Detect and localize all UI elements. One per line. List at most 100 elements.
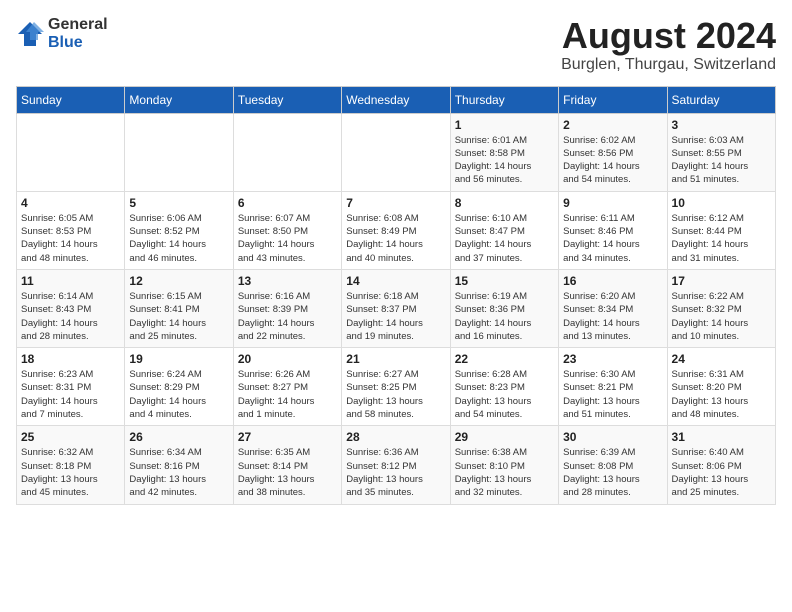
day-number: 15 bbox=[455, 274, 554, 288]
day-info: Sunrise: 6:26 AM Sunset: 8:27 PM Dayligh… bbox=[238, 368, 337, 421]
calendar-cell: 31 Sunrise: 6:40 AM Sunset: 8:06 PM Dayli… bbox=[667, 426, 775, 504]
day-number: 30 bbox=[563, 430, 662, 444]
calendar-cell: 29Sunrise: 6:38 AM Sunset: 8:10 PM Dayli… bbox=[450, 426, 558, 504]
day-info: Sunrise: 6:40 AM Sunset: 8:06 PM Dayligh… bbox=[672, 446, 771, 499]
day-info: Sunrise: 6:23 AM Sunset: 8:31 PM Dayligh… bbox=[21, 368, 120, 421]
day-info: Sunrise: 6:38 AM Sunset: 8:10 PM Dayligh… bbox=[455, 446, 554, 499]
month-year: August 2024 bbox=[561, 16, 776, 56]
day-number: 21 bbox=[346, 352, 445, 366]
week-row-1: 1 Sunrise: 6:01 AM Sunset: 8:58 PM Daylig… bbox=[17, 113, 776, 191]
calendar-cell: 22Sunrise: 6:28 AM Sunset: 8:23 PM Dayli… bbox=[450, 348, 558, 426]
week-row-3: 11 Sunrise: 6:14 AM Sunset: 8:43 PM Dayli… bbox=[17, 269, 776, 347]
day-number: 11 bbox=[21, 274, 120, 288]
day-number: 24 bbox=[672, 352, 771, 366]
day-info: Sunrise: 6:03 AM Sunset: 8:55 PM Dayligh… bbox=[672, 134, 771, 187]
weekday-header-monday: Monday bbox=[125, 86, 233, 113]
logo-text: General Blue bbox=[48, 16, 108, 51]
weekday-header-row: SundayMondayTuesdayWednesdayThursdayFrid… bbox=[17, 86, 776, 113]
day-info: Sunrise: 6:35 AM Sunset: 8:14 PM Dayligh… bbox=[238, 446, 337, 499]
calendar-cell: 14 Sunrise: 6:18 AM Sunset: 8:37 PM Dayli… bbox=[342, 269, 450, 347]
day-number: 16 bbox=[563, 274, 662, 288]
header: General Blue August 2024 Burglen, Thurga… bbox=[16, 16, 776, 74]
day-number: 10 bbox=[672, 196, 771, 210]
day-number: 19 bbox=[129, 352, 228, 366]
calendar-cell: 27Sunrise: 6:35 AM Sunset: 8:14 PM Dayli… bbox=[233, 426, 341, 504]
calendar-cell: 11 Sunrise: 6:14 AM Sunset: 8:43 PM Dayli… bbox=[17, 269, 125, 347]
day-number: 31 bbox=[672, 430, 771, 444]
day-number: 23 bbox=[563, 352, 662, 366]
day-number: 5 bbox=[129, 196, 228, 210]
day-number: 2 bbox=[563, 118, 662, 132]
calendar-cell bbox=[233, 113, 341, 191]
calendar-cell: 30 Sunrise: 6:39 AM Sunset: 8:08 PM Dayli… bbox=[559, 426, 667, 504]
title-area: August 2024 Burglen, Thurgau, Switzerlan… bbox=[561, 16, 776, 74]
calendar-cell: 3 Sunrise: 6:03 AM Sunset: 8:55 PM Daylig… bbox=[667, 113, 775, 191]
day-info: Sunrise: 6:01 AM Sunset: 8:58 PM Dayligh… bbox=[455, 134, 554, 187]
calendar-cell: 12Sunrise: 6:15 AM Sunset: 8:41 PM Dayli… bbox=[125, 269, 233, 347]
day-number: 3 bbox=[672, 118, 771, 132]
day-info: Sunrise: 6:34 AM Sunset: 8:16 PM Dayligh… bbox=[129, 446, 228, 499]
weekday-header-saturday: Saturday bbox=[667, 86, 775, 113]
day-info: Sunrise: 6:28 AM Sunset: 8:23 PM Dayligh… bbox=[455, 368, 554, 421]
day-info: Sunrise: 6:15 AM Sunset: 8:41 PM Dayligh… bbox=[129, 290, 228, 343]
day-number: 8 bbox=[455, 196, 554, 210]
day-info: Sunrise: 6:31 AM Sunset: 8:20 PM Dayligh… bbox=[672, 368, 771, 421]
calendar-cell: 6Sunrise: 6:07 AM Sunset: 8:50 PM Daylig… bbox=[233, 191, 341, 269]
day-info: Sunrise: 6:39 AM Sunset: 8:08 PM Dayligh… bbox=[563, 446, 662, 499]
day-info: Sunrise: 6:19 AM Sunset: 8:36 PM Dayligh… bbox=[455, 290, 554, 343]
calendar-cell: 9 Sunrise: 6:11 AM Sunset: 8:46 PM Daylig… bbox=[559, 191, 667, 269]
day-number: 1 bbox=[455, 118, 554, 132]
calendar-cell: 23 Sunrise: 6:30 AM Sunset: 8:21 PM Dayli… bbox=[559, 348, 667, 426]
day-number: 6 bbox=[238, 196, 337, 210]
calendar-table: SundayMondayTuesdayWednesdayThursdayFrid… bbox=[16, 86, 776, 505]
day-info: Sunrise: 6:08 AM Sunset: 8:49 PM Dayligh… bbox=[346, 212, 445, 265]
day-info: Sunrise: 6:12 AM Sunset: 8:44 PM Dayligh… bbox=[672, 212, 771, 265]
location: Burglen, Thurgau, Switzerland bbox=[561, 56, 776, 74]
day-number: 26 bbox=[129, 430, 228, 444]
day-number: 14 bbox=[346, 274, 445, 288]
day-info: Sunrise: 6:32 AM Sunset: 8:18 PM Dayligh… bbox=[21, 446, 120, 499]
calendar-cell: 4Sunrise: 6:05 AM Sunset: 8:53 PM Daylig… bbox=[17, 191, 125, 269]
weekday-header-tuesday: Tuesday bbox=[233, 86, 341, 113]
logo-icon bbox=[16, 20, 44, 48]
calendar-cell: 17 Sunrise: 6:22 AM Sunset: 8:32 PM Dayli… bbox=[667, 269, 775, 347]
day-number: 13 bbox=[238, 274, 337, 288]
logo: General Blue bbox=[16, 16, 108, 51]
day-info: Sunrise: 6:24 AM Sunset: 8:29 PM Dayligh… bbox=[129, 368, 228, 421]
calendar-cell: 18 Sunrise: 6:23 AM Sunset: 8:31 PM Dayli… bbox=[17, 348, 125, 426]
week-row-2: 4Sunrise: 6:05 AM Sunset: 8:53 PM Daylig… bbox=[17, 191, 776, 269]
calendar-cell: 1 Sunrise: 6:01 AM Sunset: 8:58 PM Daylig… bbox=[450, 113, 558, 191]
day-number: 4 bbox=[21, 196, 120, 210]
weekday-header-thursday: Thursday bbox=[450, 86, 558, 113]
calendar-cell bbox=[342, 113, 450, 191]
day-info: Sunrise: 6:10 AM Sunset: 8:47 PM Dayligh… bbox=[455, 212, 554, 265]
calendar-cell: 25Sunrise: 6:32 AM Sunset: 8:18 PM Dayli… bbox=[17, 426, 125, 504]
day-info: Sunrise: 6:22 AM Sunset: 8:32 PM Dayligh… bbox=[672, 290, 771, 343]
calendar-cell: 10 Sunrise: 6:12 AM Sunset: 8:44 PM Dayli… bbox=[667, 191, 775, 269]
day-info: Sunrise: 6:36 AM Sunset: 8:12 PM Dayligh… bbox=[346, 446, 445, 499]
day-info: Sunrise: 6:06 AM Sunset: 8:52 PM Dayligh… bbox=[129, 212, 228, 265]
day-number: 18 bbox=[21, 352, 120, 366]
day-info: Sunrise: 6:11 AM Sunset: 8:46 PM Dayligh… bbox=[563, 212, 662, 265]
calendar-cell: 20 Sunrise: 6:26 AM Sunset: 8:27 PM Dayli… bbox=[233, 348, 341, 426]
logo-blue-text: Blue bbox=[48, 34, 108, 52]
day-info: Sunrise: 6:27 AM Sunset: 8:25 PM Dayligh… bbox=[346, 368, 445, 421]
calendar-cell: 24 Sunrise: 6:31 AM Sunset: 8:20 PM Dayli… bbox=[667, 348, 775, 426]
day-info: Sunrise: 6:18 AM Sunset: 8:37 PM Dayligh… bbox=[346, 290, 445, 343]
calendar-cell: 13Sunrise: 6:16 AM Sunset: 8:39 PM Dayli… bbox=[233, 269, 341, 347]
day-info: Sunrise: 6:14 AM Sunset: 8:43 PM Dayligh… bbox=[21, 290, 120, 343]
day-number: 20 bbox=[238, 352, 337, 366]
day-number: 7 bbox=[346, 196, 445, 210]
calendar-cell: 8 Sunrise: 6:10 AM Sunset: 8:47 PM Daylig… bbox=[450, 191, 558, 269]
week-row-4: 18 Sunrise: 6:23 AM Sunset: 8:31 PM Dayli… bbox=[17, 348, 776, 426]
calendar-cell: 21 Sunrise: 6:27 AM Sunset: 8:25 PM Dayli… bbox=[342, 348, 450, 426]
day-number: 9 bbox=[563, 196, 662, 210]
day-info: Sunrise: 6:02 AM Sunset: 8:56 PM Dayligh… bbox=[563, 134, 662, 187]
day-number: 28 bbox=[346, 430, 445, 444]
calendar-cell bbox=[17, 113, 125, 191]
calendar-cell bbox=[125, 113, 233, 191]
day-info: Sunrise: 6:30 AM Sunset: 8:21 PM Dayligh… bbox=[563, 368, 662, 421]
day-number: 17 bbox=[672, 274, 771, 288]
calendar-cell: 7 Sunrise: 6:08 AM Sunset: 8:49 PM Daylig… bbox=[342, 191, 450, 269]
day-info: Sunrise: 6:20 AM Sunset: 8:34 PM Dayligh… bbox=[563, 290, 662, 343]
